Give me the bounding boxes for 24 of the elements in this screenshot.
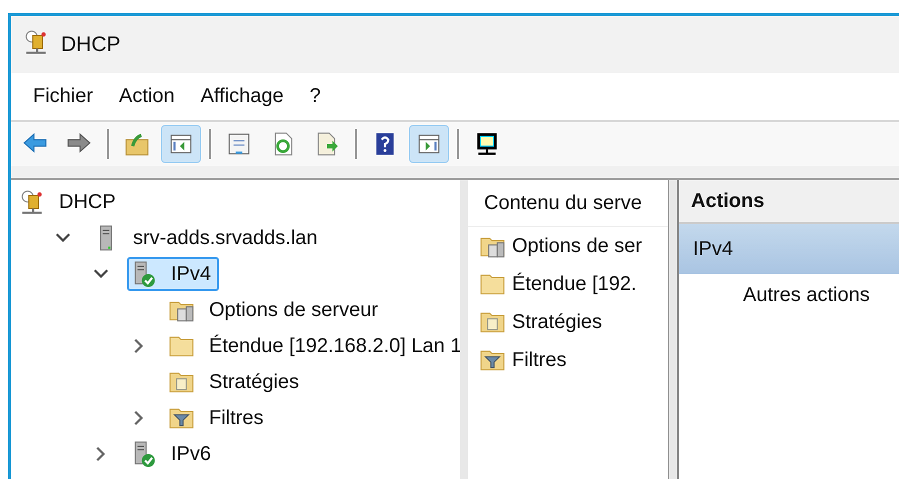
menu-item[interactable]: Fichier [25,81,102,112]
tree-item[interactable]: srv-adds.srvadds.lan [89,221,326,255]
folder-arrow-icon [124,131,150,157]
actions-header: Actions [679,180,899,224]
list-item[interactable]: Étendue [192. [468,265,668,303]
action-link[interactable]: Autres actions [679,274,899,307]
tree-item[interactable]: Filtres [165,401,272,435]
tree-item[interactable]: IPv4 [127,257,220,291]
list-item[interactable]: Stratégies [468,303,668,341]
menu-item[interactable]: ? [302,81,329,112]
tree-item[interactable]: DHCP [15,185,124,219]
server-tower-icon [23,28,49,54]
tree-item[interactable]: IPv6 [127,437,220,471]
tree-item[interactable]: Options de serveur [165,293,386,327]
menu-item[interactable]: Action [111,81,183,112]
actions-section[interactable]: IPv4 [679,224,899,274]
window-title: DHCP [61,32,121,56]
list-item[interactable]: Options de ser [468,227,668,265]
menu-item[interactable]: Affichage [192,81,292,112]
tree-item[interactable]: Stratégies [165,365,308,399]
window-icon [226,131,252,157]
list-item[interactable]: Filtres [468,341,668,379]
column-header[interactable]: Contenu du serve [468,180,668,227]
server-tower-icon [19,189,45,215]
